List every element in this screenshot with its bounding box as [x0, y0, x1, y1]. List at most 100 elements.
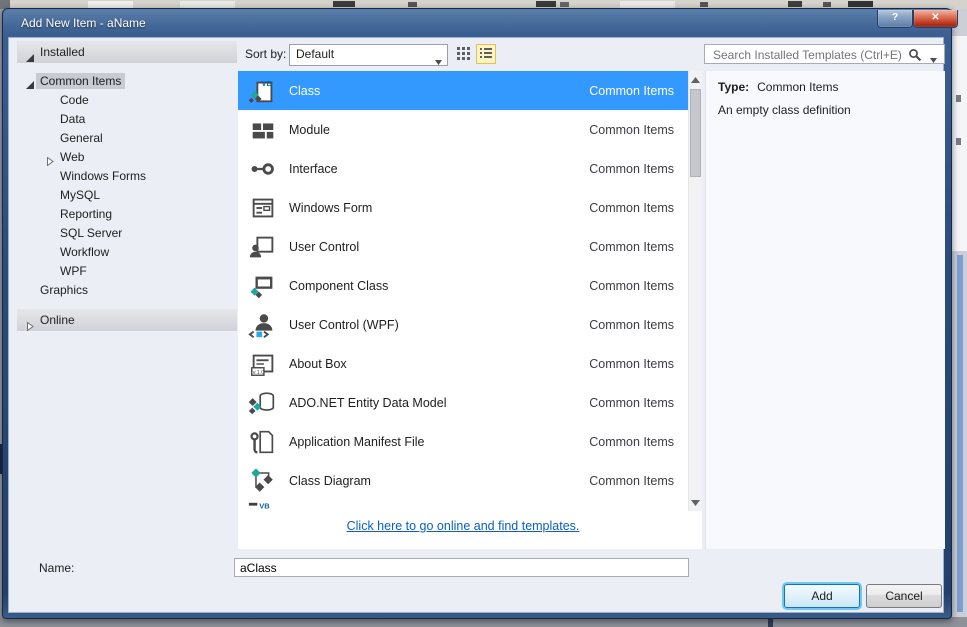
- add-button[interactable]: Add: [784, 584, 860, 608]
- template-item-ado-net-entity-data-model[interactable]: ADO.NET Entity Data ModelCommon Items: [238, 383, 688, 422]
- expander-collapsed-icon[interactable]: [26, 316, 35, 325]
- details-type-value: Common Items: [757, 80, 838, 94]
- sort-dropdown[interactable]: Default: [289, 44, 448, 66]
- template-item-label: Module: [289, 123, 589, 137]
- template-item-category: Common Items: [589, 318, 674, 332]
- user-control-icon: [247, 231, 279, 263]
- template-item-interface[interactable]: InterfaceCommon Items: [238, 149, 688, 188]
- details-panel: Type:Common Items An empty class definit…: [705, 71, 945, 549]
- sidebar-item-wpf[interactable]: WPF: [17, 262, 237, 281]
- template-item-label: Windows Form: [289, 201, 589, 215]
- sidebar-tree: Installed Common Items Code Data General Web W…: [17, 41, 237, 340]
- sidebar-label: General: [60, 131, 103, 145]
- template-item-component-class[interactable]: Component ClassCommon Items: [238, 266, 688, 305]
- sidebar-group-online[interactable]: Online: [17, 309, 237, 331]
- add-new-item-dialog: Add New Item - aName ? ✕ Installed Common…: [2, 8, 952, 619]
- small-icons-view-icon: [455, 45, 471, 64]
- scroll-up-icon[interactable]: [689, 72, 702, 87]
- template-item-windows-form[interactable]: Windows FormCommon Items: [238, 188, 688, 227]
- template-item-application-manifest-file[interactable]: Application Manifest FileCommon Items: [238, 422, 688, 461]
- template-item-label: Class: [289, 84, 589, 98]
- dialog-client-area: Installed Common Items Code Data General Web W…: [8, 37, 944, 613]
- sidebar-item-sql-server[interactable]: SQL Server: [17, 224, 237, 243]
- search-caret-down-icon[interactable]: [930, 52, 937, 66]
- name-label: Name:: [39, 559, 74, 578]
- scrollbar-thumb[interactable]: [690, 89, 701, 177]
- template-item-user-control-wpf[interactable]: User Control (WPF)Common Items: [238, 305, 688, 344]
- sort-by-label: Sort by:: [245, 44, 286, 64]
- sidebar-item-general[interactable]: General: [17, 129, 237, 148]
- sidebar-item-web[interactable]: Web: [17, 148, 237, 167]
- template-rows: VBClassCommon ItemsModuleCommon ItemsInt…: [238, 71, 688, 511]
- background-fragment: [88, 1, 133, 8]
- template-item-partial[interactable]: VB: [238, 500, 688, 511]
- sidebar-item-code[interactable]: Code: [17, 91, 237, 110]
- interface-icon: [247, 153, 279, 185]
- name-input[interactable]: [234, 558, 689, 577]
- template-list: VBClassCommon ItemsModuleCommon ItemsInt…: [238, 71, 702, 549]
- search-icon[interactable]: [908, 48, 922, 65]
- template-item-category: Common Items: [589, 201, 674, 215]
- application-manifest-file-icon: [247, 426, 279, 458]
- sidebar-label: Common Items: [36, 73, 125, 89]
- expander-collapsed-icon[interactable]: [46, 153, 55, 162]
- titlebar: Add New Item - aName ? ✕: [3, 9, 951, 37]
- sidebar-item-workflow[interactable]: Workflow: [17, 243, 237, 262]
- sidebar-item-graphics[interactable]: Graphics: [17, 281, 237, 300]
- vertical-scrollbar[interactable]: [688, 71, 702, 511]
- background-fragment: [408, 2, 417, 7]
- sidebar-label: Installed: [40, 45, 85, 59]
- sidebar-item-reporting[interactable]: Reporting: [17, 205, 237, 224]
- screen: Add New Item - aName ? ✕ Installed Common…: [0, 0, 967, 627]
- details-type-label: Type:: [718, 80, 749, 94]
- caret-down-icon: [435, 52, 442, 70]
- expander-expanded-icon[interactable]: [26, 48, 35, 57]
- search-input[interactable]: [711, 46, 905, 64]
- template-item-class-diagram[interactable]: Class DiagramCommon Items: [238, 461, 688, 500]
- template-item-category: Common Items: [589, 84, 674, 98]
- background-fragment: [700, 2, 708, 7]
- sidebar-label: Code: [60, 93, 89, 107]
- sidebar-label: Online: [40, 313, 75, 327]
- sidebar-item-common-items[interactable]: Common Items: [17, 72, 237, 91]
- close-button[interactable]: ✕: [913, 10, 958, 28]
- template-item-user-control[interactable]: User ControlCommon Items: [238, 227, 688, 266]
- help-button[interactable]: ?: [877, 10, 913, 28]
- sidebar-label: Windows Forms: [60, 169, 146, 183]
- svg-text:v.1.0: v.1.0: [253, 370, 265, 376]
- about-box-icon: v.1.0: [247, 348, 279, 380]
- list-view-button[interactable]: [476, 44, 496, 64]
- cancel-button[interactable]: Cancel: [866, 584, 942, 608]
- template-item-category: Common Items: [589, 240, 674, 254]
- sidebar-item-windows-forms[interactable]: Windows Forms: [17, 167, 237, 186]
- small-icons-view-button[interactable]: [453, 44, 473, 64]
- template-item-label: User Control: [289, 240, 589, 254]
- sidebar-group-installed[interactable]: Installed: [17, 41, 237, 63]
- background-fragment: [823, 2, 831, 7]
- sidebar-item-data[interactable]: Data: [17, 110, 237, 129]
- vb-class-icon: VB: [247, 75, 279, 107]
- template-item-category: Common Items: [589, 474, 674, 488]
- template-item-category: Common Items: [589, 279, 674, 293]
- template-item-module[interactable]: ModuleCommon Items: [238, 110, 688, 149]
- template-item-category: Common Items: [589, 162, 674, 176]
- expander-expanded-icon[interactable]: [26, 77, 35, 86]
- class-diagram-icon: [247, 465, 279, 497]
- template-item-category: Common Items: [589, 396, 674, 410]
- svg-text:VB: VB: [262, 78, 273, 87]
- template-item-label: Component Class: [289, 279, 589, 293]
- scroll-down-icon[interactable]: [689, 495, 702, 510]
- background-fragment: [536, 1, 556, 7]
- background-fragment: [180, 1, 235, 8]
- list-view-icon: [478, 45, 494, 64]
- background-fragment: [848, 1, 873, 7]
- template-item-class[interactable]: VB ClassCommon Items: [238, 71, 688, 110]
- sidebar-item-mysql[interactable]: MySQL: [17, 186, 237, 205]
- sidebar-label: Graphics: [40, 283, 88, 297]
- sidebar-label: SQL Server: [60, 226, 122, 240]
- template-item-label: Application Manifest File: [289, 435, 589, 449]
- online-link[interactable]: Click here to go online and find templat…: [238, 519, 688, 533]
- windows-form-icon: [247, 192, 279, 224]
- details-type-row: Type: Common Items: [718, 80, 838, 94]
- template-item-about-box[interactable]: v.1.0About BoxCommon Items: [238, 344, 688, 383]
